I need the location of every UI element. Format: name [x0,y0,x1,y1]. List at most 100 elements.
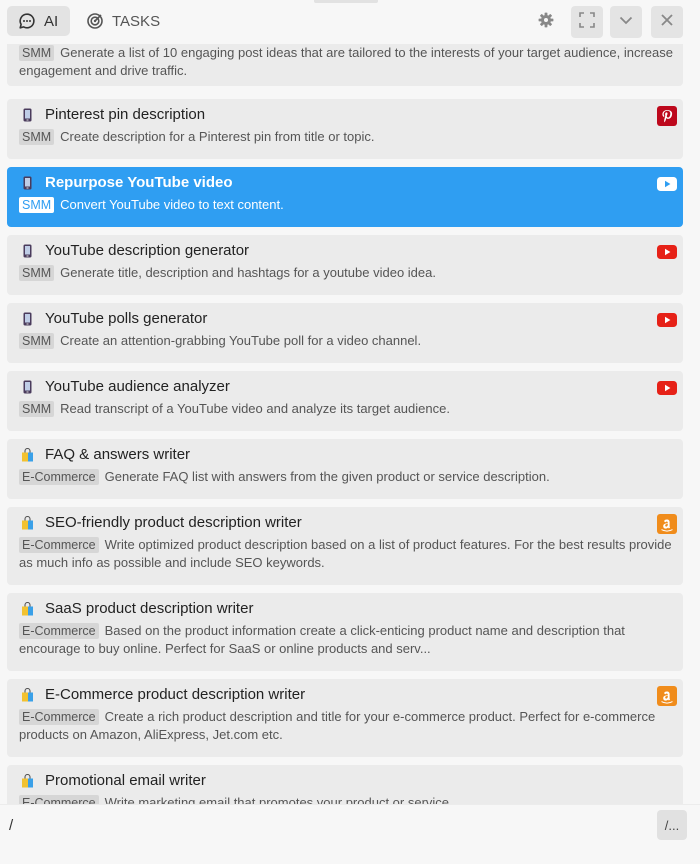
pinterest-icon [657,106,677,126]
youtube-icon [657,378,677,398]
card-description: SMM Create an attention-grabbing YouTube … [19,332,679,350]
shopping-bag-icon [21,687,34,702]
tab-ai-label: AI [44,12,59,30]
phone-icon [21,380,34,394]
card-title-text: SaaS product description writer [45,600,254,617]
card-description: SMM Read transcript of a YouTube video an… [19,400,679,418]
card-description: SMM Generate title, description and hasht… [19,264,679,282]
card-description-text: Generate a list of 10 engaging post idea… [19,45,673,78]
prompt-card[interactable]: YouTube description generator SMM Generat… [7,235,683,295]
expand-button[interactable] [571,6,603,38]
card-description: SMM Convert YouTube video to text content… [19,196,679,214]
phone-icon [21,108,34,122]
prompt-card-selected[interactable]: Repurpose YouTube video SMM Convert YouTu… [7,167,683,227]
tab-ai[interactable]: AI [7,6,70,36]
expand-icon [578,11,596,34]
card-title-text: SEO-friendly product description writer [45,514,302,531]
amazon-icon [657,686,677,706]
card-tag: E-Commerce [19,623,99,639]
settings-button[interactable] [530,6,562,38]
card-title-text: E-Commerce product description writer [45,686,306,703]
phone-icon [21,244,34,258]
card-title-text: YouTube description generator [45,242,250,259]
card-title: E-Commerce product description writer [21,686,305,703]
card-tag: SMM [19,197,55,213]
prompt-input[interactable]: / [9,817,13,834]
card-description: E-Commerce Based on the product informati… [19,622,679,658]
card-description-text: Write marketing email that promotes your… [104,795,450,804]
card-title: SEO-friendly product description writer [21,514,302,531]
prompt-card[interactable]: YouTube audience analyzer SMM Read transc… [7,371,683,431]
shopping-bag-icon [21,515,34,530]
card-description: E-Commerce Write optimized product descri… [19,536,679,572]
chat-icon [18,12,36,30]
card-title-text: Repurpose YouTube video [45,174,233,191]
card-title: YouTube description generator [21,242,249,259]
card-description: E-Commerce Write marketing email that pro… [19,794,679,804]
collapse-button[interactable] [610,6,642,38]
youtube-icon [657,242,677,262]
card-tag: E-Commerce [19,537,99,553]
card-title: SaaS product description writer [21,600,253,617]
card-title-text: YouTube polls generator [45,310,208,327]
card-description-text: Generate FAQ list with answers from the … [104,469,550,484]
card-title: FAQ & answers writer [21,446,190,463]
chevron-down-icon [618,12,634,33]
card-description-text: Generate title, description and hashtags… [60,265,436,280]
top-bar: AI TASKS [0,0,700,44]
card-description-text: Write optimized product description base… [19,537,672,570]
card-tag: SMM [19,401,55,417]
card-tag: SMM [19,129,55,145]
card-description: SMM Create description for a Pinterest pi… [19,128,679,146]
card-tag: SMM [19,45,55,61]
prompt-card[interactable]: Pinterest pin description SMM Create desc… [7,99,683,159]
prompt-card[interactable]: E-Commerce product description writer E-… [7,679,683,757]
card-title-text: FAQ & answers writer [45,446,191,463]
gear-icon [538,12,554,33]
prompt-card[interactable]: YouTube polls generator SMM Create an att… [7,303,683,363]
card-description: SMM Generate a list of 10 engaging post i… [19,44,679,80]
card-title-text: YouTube audience analyzer [45,378,230,395]
card-tag: E-Commerce [19,469,99,485]
card-title: Pinterest pin description [21,106,205,123]
card-title: YouTube polls generator [21,310,207,327]
drag-handle[interactable] [314,0,378,3]
card-description: E-Commerce Create a rich product descript… [19,708,679,744]
tab-tasks-label: TASKS [112,12,161,30]
shopping-bag-icon [21,601,34,616]
prompt-list[interactable]: SMM Generate a list of 10 engaging post i… [0,44,700,804]
card-description-text: Based on the product information create … [19,623,625,656]
card-title: Promotional email writer [21,772,206,789]
card-description-text: Read transcript of a YouTube video and a… [60,401,450,416]
prompt-card[interactable]: Promotional email writer E-Commerce Write… [7,765,683,804]
close-button[interactable] [651,6,683,38]
card-tag: E-Commerce [19,795,99,804]
prompt-card[interactable]: SMM Generate a list of 10 engaging post i… [7,44,683,86]
card-tag: SMM [19,333,55,349]
card-title-text: Promotional email writer [45,772,206,789]
card-title-text: Pinterest pin description [45,106,206,123]
card-description-text: Convert YouTube video to text content. [60,197,284,212]
youtube-icon [657,310,677,330]
card-description: E-Commerce Generate FAQ list with answers… [19,468,679,486]
youtube-icon [657,174,677,194]
phone-icon [21,176,34,190]
amazon-icon [657,514,677,534]
close-icon [659,12,675,33]
card-description-text: Create a rich product description and ti… [19,709,656,742]
tab-tasks[interactable]: TASKS [84,6,174,36]
commands-button[interactable]: /... [657,810,687,840]
phone-icon [21,312,34,326]
card-tag: SMM [19,265,55,281]
shopping-bag-icon [21,447,34,462]
card-tag: E-Commerce [19,709,99,725]
shopping-bag-icon [21,773,34,788]
card-description-text: Create description for a Pinterest pin f… [60,129,375,144]
prompt-card[interactable]: SEO-friendly product description writer … [7,507,683,585]
prompt-card[interactable]: SaaS product description writer E-Commer… [7,593,683,671]
card-description-text: Create an attention-grabbing YouTube pol… [60,333,422,348]
prompt-card[interactable]: FAQ & answers writer E-Commerce Generate … [7,439,683,499]
card-title: YouTube audience analyzer [21,378,230,395]
target-icon [86,12,104,30]
card-title: Repurpose YouTube video [21,174,233,191]
